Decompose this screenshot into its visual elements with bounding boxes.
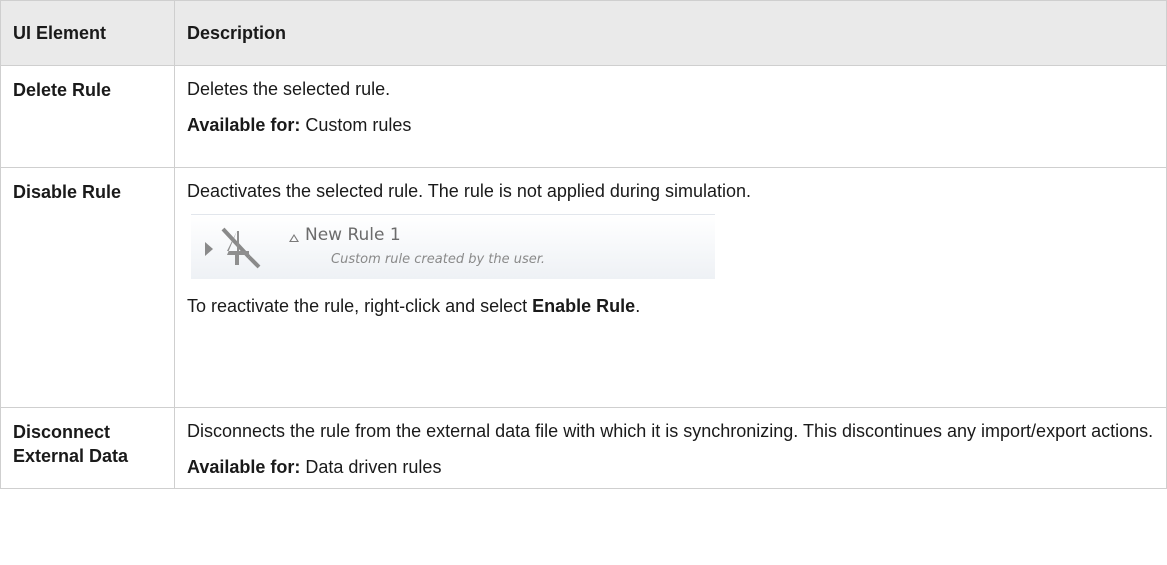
warning-triangle-icon	[289, 234, 299, 242]
availability-text: Available for: Data driven rules	[187, 454, 1154, 480]
availability-text: Available for: Custom rules	[187, 112, 1154, 138]
ui-element-name: Disable Rule	[0, 167, 175, 408]
disabled-rule-icon	[221, 227, 261, 269]
reactivate-note: To reactivate the rule, right-click and …	[187, 293, 1154, 319]
disabled-rule-screenshot: New Rule 1 Custom rule created by the us…	[191, 214, 715, 279]
description-text: Deletes the selected rule.	[187, 79, 391, 99]
table-row: Delete Rule Deletes the selected rule. A…	[0, 65, 1167, 168]
rule-title: New Rule 1	[305, 225, 401, 245]
ui-element-name: Delete Rule	[0, 65, 175, 168]
expand-arrow-icon	[205, 242, 213, 256]
description-text: Disconnects the rule from the external d…	[187, 421, 1154, 441]
row-name-delete-rule: Delete Rule	[13, 80, 112, 100]
table-row: Disable Rule Deactivates the selected ru…	[0, 167, 1167, 408]
availability-value: Data driven rules	[300, 457, 442, 477]
note-suffix: .	[635, 296, 641, 316]
header-description: Description	[174, 0, 1167, 66]
rule-subtitle: Custom rule created by the user.	[331, 252, 546, 267]
enable-rule-label: Enable Rule	[532, 296, 636, 316]
description-cell: Disconnects the rule from the external d…	[174, 407, 1167, 489]
description-cell: Deactivates the selected rule. The rule …	[174, 167, 1167, 408]
availability-label: Available for:	[187, 115, 301, 135]
row-name-disconnect-external-data: Disconnect External Data	[13, 422, 129, 466]
header-ui-element: UI Element	[0, 0, 175, 66]
row-name-disable-rule: Disable Rule	[13, 182, 122, 202]
ui-element-name: Disconnect External Data	[0, 407, 175, 489]
table-row: Disconnect External Data Disconnects the…	[0, 407, 1167, 489]
availability-label: Available for:	[187, 457, 301, 477]
availability-value: Custom rules	[300, 115, 412, 135]
description-text: Deactivates the selected rule. The rule …	[187, 181, 751, 201]
ui-element-table: UI Element Description Delete Rule Delet…	[0, 0, 1167, 489]
note-prefix: To reactivate the rule, right-click and …	[187, 296, 533, 316]
table-header-row: UI Element Description	[0, 0, 1167, 66]
description-cell: Deletes the selected rule. Available for…	[174, 65, 1167, 168]
